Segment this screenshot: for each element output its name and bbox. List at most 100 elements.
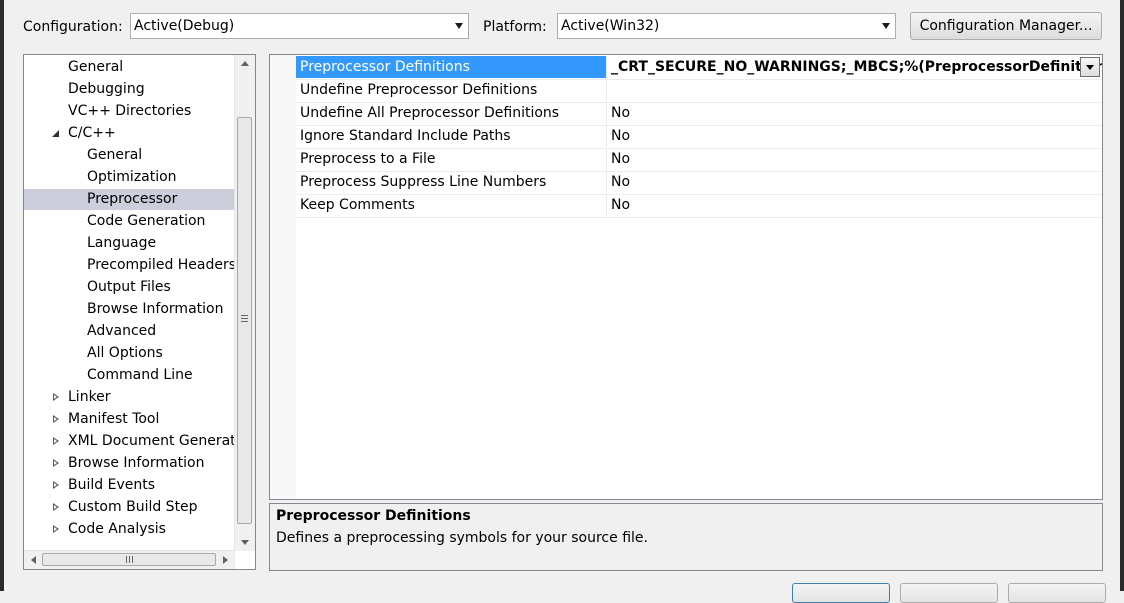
tree-item[interactable]: C/C++ — [24, 123, 235, 144]
tree-item[interactable]: Code Generation — [24, 211, 235, 232]
property-value-text: No — [611, 174, 631, 190]
tree-item[interactable]: Browse Information — [24, 299, 235, 320]
scroll-left-icon[interactable] — [31, 556, 36, 564]
collapsed-triangle-icon[interactable] — [50, 409, 62, 430]
property-row[interactable]: Preprocessor Definitions _CRT_SECURE_NO_W… — [296, 56, 1102, 80]
chevron-down-icon — [882, 23, 890, 29]
collapsed-triangle-icon[interactable] — [50, 519, 62, 540]
property-row[interactable]: Ignore Standard Include Paths No — [296, 125, 1102, 149]
property-name: Undefine Preprocessor Definitions — [300, 82, 538, 98]
tree-vertical-scrollbar[interactable] — [234, 55, 255, 551]
dropdown-arrow-icon[interactable] — [1080, 57, 1100, 77]
scroll-down-icon[interactable] — [241, 540, 249, 545]
property-value[interactable]: No — [606, 102, 1102, 124]
configuration-manager-button[interactable]: Configuration Manager... — [910, 12, 1102, 40]
tree-item-label: Linker — [68, 389, 111, 405]
property-row[interactable]: Keep Comments No — [296, 194, 1102, 218]
tree-item[interactable]: VC++ Directories — [24, 101, 235, 122]
tree-item[interactable]: Preprocessor — [24, 189, 235, 210]
tree-horizontal-scrollbar[interactable] — [24, 550, 235, 569]
tree-item-label: Browse Information — [68, 455, 205, 471]
scroll-thumb[interactable] — [42, 553, 216, 566]
property-value-text: _CRT_SECURE_NO_WARNINGS;_MBCS;%(Preproce… — [611, 59, 1103, 75]
property-name: Ignore Standard Include Paths — [300, 128, 511, 144]
grip-icon — [241, 315, 248, 323]
tree-item-label: Browse Information — [87, 301, 224, 317]
tree-item-label: VC++ Directories — [68, 103, 192, 119]
tree-item[interactable]: Linker — [24, 387, 235, 408]
scroll-thumb[interactable] — [237, 117, 252, 524]
property-tree[interactable]: General Debugging VC++ Directories C/C++ Gen… — [23, 54, 256, 570]
property-value[interactable]: No — [606, 194, 1102, 216]
collapsed-triangle-icon[interactable] — [50, 497, 62, 518]
tree-item[interactable]: Code Analysis — [24, 519, 235, 540]
tree-item-label: Manifest Tool — [68, 411, 160, 427]
property-row[interactable]: Undefine Preprocessor Definitions — [296, 79, 1102, 103]
tree-item-label: Preprocessor — [87, 191, 178, 207]
tree-item[interactable]: Language — [24, 233, 235, 254]
tree-item-label: Build Events — [68, 477, 155, 493]
property-value[interactable]: No — [606, 125, 1102, 147]
property-name: Preprocessor Definitions — [296, 56, 606, 78]
expanded-triangle-icon[interactable] — [50, 123, 62, 144]
tree-item-label: Output Files — [87, 279, 171, 295]
grip-icon — [126, 556, 134, 563]
property-grid[interactable]: Preprocessor Definitions _CRT_SECURE_NO_W… — [269, 54, 1103, 500]
tree-item[interactable]: Output Files — [24, 277, 235, 298]
tree-item[interactable]: Manifest Tool — [24, 409, 235, 430]
property-value[interactable]: _CRT_SECURE_NO_WARNINGS;_MBCS;%(Preproce… — [606, 56, 1102, 78]
tree-item[interactable]: Command Line — [24, 365, 235, 386]
tree-item[interactable]: All Options — [24, 343, 235, 364]
cancel-button[interactable] — [900, 583, 998, 603]
tree-item[interactable]: Debugging — [24, 79, 235, 100]
configuration-label: Configuration: — [23, 19, 123, 35]
tree-item[interactable]: General — [24, 57, 235, 78]
collapsed-triangle-icon[interactable] — [50, 387, 62, 408]
tree-item-label: Code Generation — [87, 213, 206, 229]
property-row[interactable]: Preprocess to a File No — [296, 148, 1102, 172]
collapsed-triangle-icon[interactable] — [50, 475, 62, 496]
property-name: Preprocess Suppress Line Numbers — [300, 174, 547, 190]
property-name: Undefine All Preprocessor Definitions — [300, 105, 560, 121]
tree-item[interactable]: Custom Build Step — [24, 497, 235, 518]
tree-item[interactable]: Advanced — [24, 321, 235, 342]
tree-item[interactable]: General — [24, 145, 235, 166]
ok-button[interactable] — [792, 583, 890, 603]
description-title: Preprocessor Definitions — [276, 508, 471, 524]
property-row[interactable]: Undefine All Preprocessor Definitions No — [296, 102, 1102, 126]
tree-item-label: Precompiled Headers — [87, 257, 235, 273]
property-value-text: No — [611, 105, 631, 121]
description-text: Defines a preprocessing symbols for your… — [276, 530, 648, 546]
scroll-up-icon[interactable] — [241, 61, 249, 66]
property-value-text: No — [611, 151, 631, 167]
grid-gutter — [270, 55, 296, 499]
tree-item[interactable]: Browse Information — [24, 453, 235, 474]
tree-item-label: Code Analysis — [68, 521, 166, 537]
tree-item-label: All Options — [87, 345, 163, 361]
tree-item[interactable]: XML Document Generato — [24, 431, 235, 452]
property-value[interactable] — [606, 79, 1102, 101]
scroll-right-icon[interactable] — [223, 556, 228, 564]
property-name: Keep Comments — [300, 197, 415, 213]
configuration-value: Active(Debug) — [134, 18, 235, 34]
configuration-dropdown[interactable]: Active(Debug) — [130, 13, 469, 39]
tree-item[interactable]: Optimization — [24, 167, 235, 188]
tree-item[interactable]: Precompiled Headers — [24, 255, 235, 276]
property-value[interactable]: No — [606, 171, 1102, 193]
tree-item-label: C/C++ — [68, 125, 116, 141]
property-row[interactable]: Preprocess Suppress Line Numbers No — [296, 171, 1102, 195]
tree-item[interactable]: Build Events — [24, 475, 235, 496]
platform-dropdown[interactable]: Active(Win32) — [557, 13, 896, 39]
description-panel: Preprocessor Definitions Defines a prepr… — [269, 503, 1103, 571]
tree-item-label: Advanced — [87, 323, 157, 339]
tree-item-label: XML Document Generato — [68, 433, 235, 449]
property-value-text: No — [611, 128, 631, 144]
property-value[interactable]: No — [606, 148, 1102, 170]
collapsed-triangle-icon[interactable] — [50, 431, 62, 452]
apply-button[interactable] — [1008, 583, 1106, 603]
tree-item-label: Command Line — [87, 367, 193, 383]
tree-item-label: Optimization — [87, 169, 177, 185]
tree-item-label: Debugging — [68, 81, 145, 97]
collapsed-triangle-icon[interactable] — [50, 453, 62, 474]
tree-item-label: General — [68, 59, 124, 75]
